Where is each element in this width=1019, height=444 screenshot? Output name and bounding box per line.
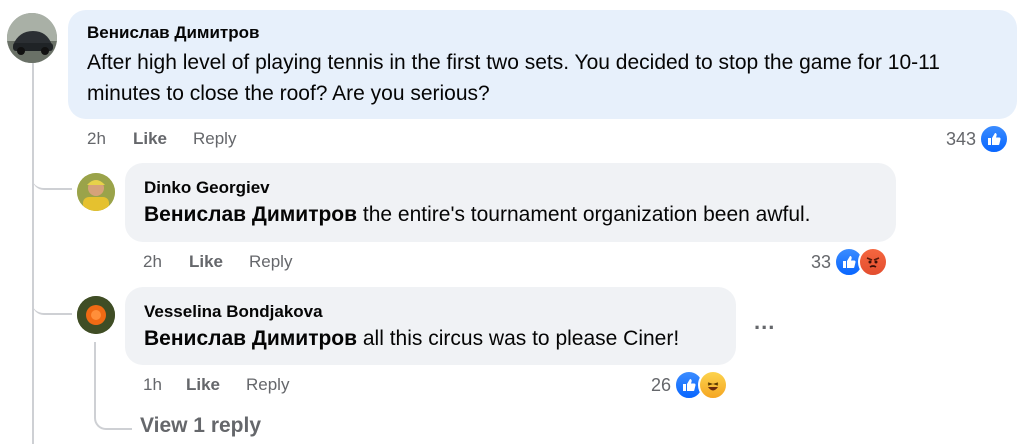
avatar[interactable] xyxy=(77,296,115,334)
comment-bubble: Венислав Димитров After high level of pl… xyxy=(68,10,1017,119)
comment-author[interactable]: Dinko Georgiev xyxy=(144,178,896,198)
view-replies-link[interactable]: View 1 reply xyxy=(140,414,261,438)
reaction-summary[interactable]: 26 xyxy=(651,370,729,400)
avatar[interactable] xyxy=(77,173,115,211)
comment-text: Венислав Димитров the entire's tournamen… xyxy=(144,199,896,230)
like-button[interactable]: Like xyxy=(133,129,167,149)
avatar-flower-image xyxy=(77,296,115,334)
thread-connector-3 xyxy=(94,400,132,430)
comment-text: After high level of playing tennis in th… xyxy=(87,51,940,105)
comment-bubble: Dinko Georgiev Венислав Димитров the ent… xyxy=(125,163,896,242)
avatar-person-image xyxy=(77,173,115,211)
mention-link[interactable]: Венислав Димитров xyxy=(144,203,357,226)
like-button[interactable]: Like xyxy=(189,252,223,272)
reaction-summary[interactable]: 343 xyxy=(946,124,1010,154)
mention-link[interactable]: Венислав Димитров xyxy=(144,327,357,350)
comment-text: Венислав Димитров all this circus was to… xyxy=(144,323,736,354)
reaction-summary[interactable]: 33 xyxy=(811,247,889,277)
reaction-count: 33 xyxy=(811,251,832,272)
comment-author[interactable]: Vesselina Bondjakova xyxy=(144,302,736,322)
avatar[interactable] xyxy=(7,13,57,63)
angry-icon xyxy=(858,247,889,277)
more-options-button[interactable]: ... xyxy=(754,309,775,335)
thread-connector-2 xyxy=(32,285,72,315)
comment-time[interactable]: 2h xyxy=(143,252,162,272)
reply-button[interactable]: Reply xyxy=(246,375,289,395)
comment-time[interactable]: 1h xyxy=(143,375,162,395)
thread-connector-1 xyxy=(32,160,72,190)
comment-bubble: Vesselina Bondjakova Венислав Димитров a… xyxy=(125,287,736,365)
reaction-count: 343 xyxy=(946,128,977,149)
reaction-count: 26 xyxy=(651,374,672,395)
haha-icon xyxy=(698,370,729,400)
comment-author[interactable]: Венислав Димитров xyxy=(87,23,1017,43)
reply-button[interactable]: Reply xyxy=(249,252,292,272)
avatar-car-image xyxy=(7,13,57,63)
comment-body: all this circus was to please Ciner! xyxy=(357,327,680,350)
reply-button[interactable]: Reply xyxy=(193,129,236,149)
comment-time[interactable]: 2h xyxy=(87,129,106,149)
like-button[interactable]: Like xyxy=(186,375,220,395)
comment-body: the entire's tournament organization bee… xyxy=(357,203,811,226)
like-icon xyxy=(979,124,1010,154)
thread-line-main xyxy=(32,62,34,444)
